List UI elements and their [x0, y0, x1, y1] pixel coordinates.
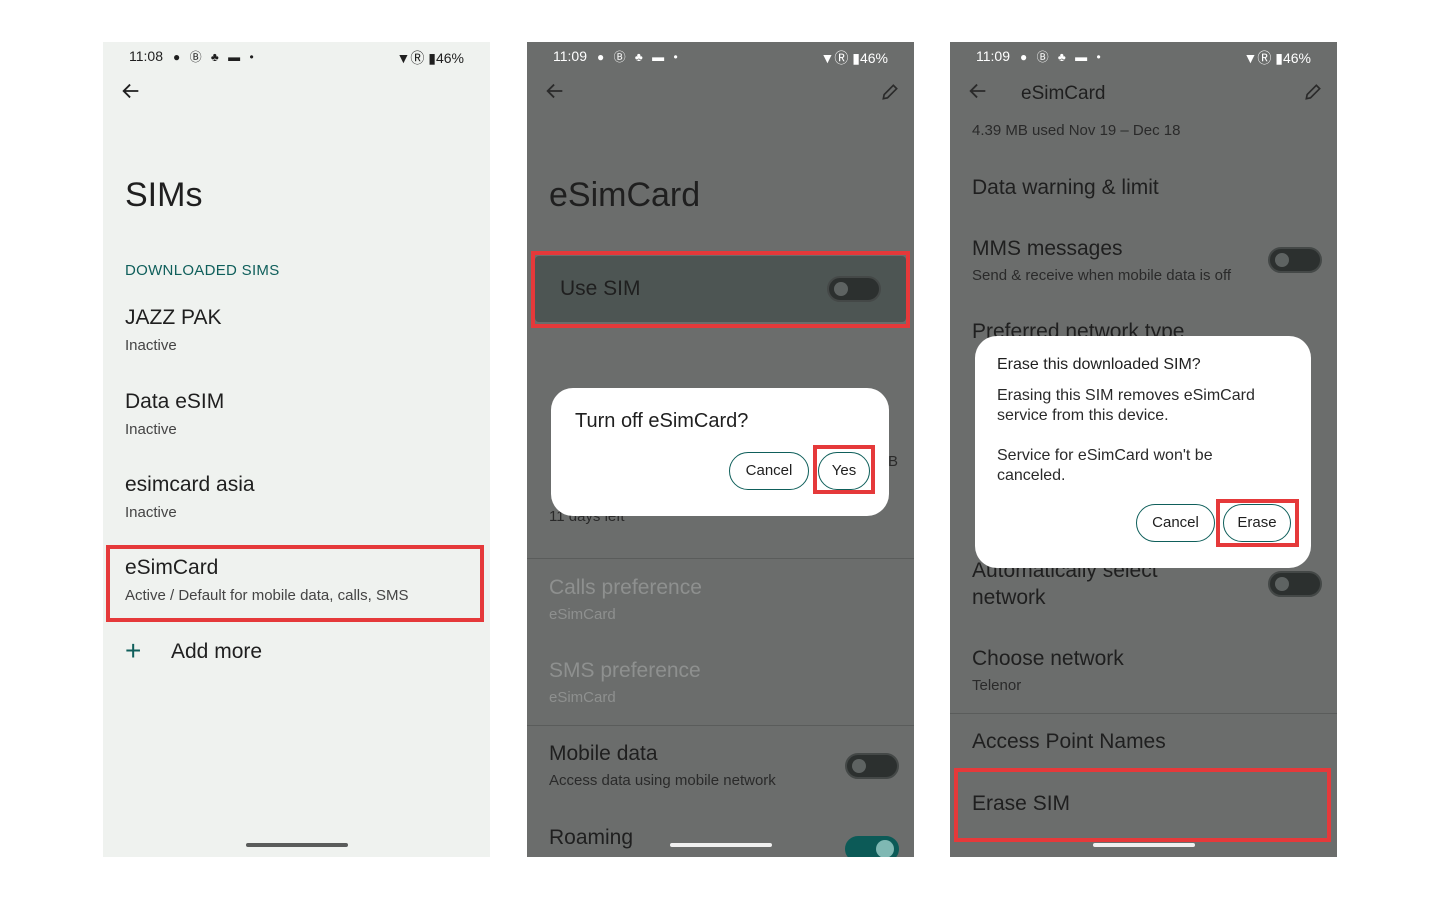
dialog-body-1-line2: service from this device.: [997, 407, 1169, 424]
add-more-label: Add more: [171, 640, 263, 663]
section-header: DOWNLOADED SIMS: [125, 262, 280, 279]
highlight-box: [813, 445, 875, 494]
auto-select-toggle[interactable]: [1268, 571, 1322, 597]
sim-item-jazz-pak[interactable]: JAZZ PAK Inactive: [125, 306, 475, 366]
mms-toggle[interactable]: [1268, 247, 1322, 273]
data-usage-text: 4.39 MB used Nov 19 – Dec 18: [972, 122, 1181, 139]
sim-name: esimcard asia: [125, 473, 255, 496]
gesture-nav-bar[interactable]: [669, 843, 772, 847]
sim-status: Inactive: [125, 337, 177, 354]
dialog-body-2-line1: Service for eSimCard won't be: [997, 447, 1213, 464]
mms-messages-item[interactable]: MMS messages Send & receive when mobile …: [972, 237, 1231, 284]
sim-name: Data eSIM: [125, 390, 225, 413]
edit-pencil-icon[interactable]: [1303, 82, 1323, 102]
highlight-box: [106, 545, 484, 622]
highlight-box: [1216, 499, 1299, 547]
notification-icons: ● Ⓑ ♣ ▬ •: [173, 50, 257, 64]
back-arrow-icon[interactable]: [544, 80, 566, 102]
sms-preference-item[interactable]: SMS preference eSimCard: [549, 659, 701, 706]
battery-wifi-status: ▼Ⓡ ▮46%: [396, 50, 464, 66]
header-title: eSimCard: [1021, 83, 1106, 104]
edit-pencil-icon[interactable]: [880, 82, 900, 102]
mobile-data-label: Mobile data: [549, 742, 658, 765]
turn-off-dialog: Turn off eSimCard? Cancel Yes: [551, 388, 889, 516]
dialog-body-1: Erasing this SIM removes eSimCard servic…: [997, 386, 1255, 426]
battery-wifi-status: ▼Ⓡ ▮46%: [1243, 50, 1311, 66]
sms-preference-label: SMS preference: [549, 659, 701, 682]
auto-select-label-line2: network: [972, 586, 1046, 609]
gesture-nav-bar[interactable]: [245, 843, 348, 847]
status-time: 11:09: [976, 48, 1010, 64]
sim-item-data-esim[interactable]: Data eSIM Inactive: [125, 390, 475, 450]
cancel-button[interactable]: Cancel: [729, 452, 809, 490]
screen-sims-list: 11:08 ● Ⓑ ♣ ▬ • ▼Ⓡ ▮46% SIMs DOWNLOADED …: [103, 42, 490, 857]
dialog-body-2-line2: canceled.: [997, 467, 1066, 484]
erase-sim-dialog: Erase this downloaded SIM? Erasing this …: [975, 336, 1311, 568]
screen-esimcard-turn-off: 11:09 ● Ⓑ ♣ ▬ • ▼Ⓡ ▮46% eSimCard Use SIM…: [527, 42, 914, 857]
battery-wifi-status: ▼Ⓡ ▮46%: [820, 50, 888, 66]
roaming-label[interactable]: Roaming: [549, 826, 633, 850]
back-arrow-icon[interactable]: [967, 80, 989, 102]
highlight-box: [531, 251, 910, 328]
mobile-data-toggle[interactable]: [845, 753, 899, 779]
screen-esimcard-erase: 11:09 ● Ⓑ ♣ ▬ • ▼Ⓡ ▮46% eSimCard 4.39 MB…: [950, 42, 1337, 857]
status-bar: 11:09 ● Ⓑ ♣ ▬ • ▼Ⓡ ▮46%: [950, 48, 1337, 68]
gesture-nav-bar[interactable]: [1092, 843, 1195, 847]
choose-network-item[interactable]: Choose network Telenor: [972, 647, 1124, 694]
dialog-title: Erase this downloaded SIM?: [997, 356, 1201, 373]
sim-status: Inactive: [125, 421, 177, 438]
behind-text-fragment: B: [888, 453, 899, 470]
dialog-title: Turn off eSimCard?: [575, 410, 749, 432]
back-arrow-icon[interactable]: [120, 80, 142, 102]
dialog-body-2: Service for eSimCard won't be canceled.: [997, 446, 1213, 486]
mms-desc: Send & receive when mobile data is off: [972, 267, 1232, 284]
mobile-data-item[interactable]: Mobile data Access data using mobile net…: [549, 742, 776, 789]
calls-preference-value: eSimCard: [549, 606, 616, 623]
data-warning-item[interactable]: Data warning & limit: [972, 176, 1159, 200]
choose-network-value: Telenor: [972, 677, 1022, 694]
sim-status: Inactive: [125, 504, 177, 521]
notification-icons: ● Ⓑ ♣ ▬ •: [597, 50, 681, 64]
sim-item-esimcard-asia[interactable]: esimcard asia Inactive: [125, 473, 475, 533]
status-time: 11:09: [553, 48, 587, 64]
roaming-toggle[interactable]: [845, 836, 899, 857]
choose-network-label: Choose network: [972, 647, 1124, 670]
calls-preference-label: Calls preference: [549, 576, 702, 599]
cancel-button[interactable]: Cancel: [1136, 504, 1215, 542]
divider: [527, 558, 914, 559]
page-title: eSimCard: [549, 176, 701, 214]
status-bar: 11:08 ● Ⓑ ♣ ▬ • ▼Ⓡ ▮46%: [103, 48, 490, 68]
mobile-data-desc: Access data using mobile network: [549, 772, 776, 789]
plus-icon: +: [125, 635, 142, 666]
page-title: SIMs: [125, 176, 203, 214]
apn-item[interactable]: Access Point Names: [972, 730, 1166, 754]
notification-icons: ● Ⓑ ♣ ▬ •: [1020, 50, 1104, 64]
sms-preference-value: eSimCard: [549, 689, 616, 706]
dialog-body-1-line1: Erasing this SIM removes eSimCard: [997, 387, 1255, 404]
divider: [950, 713, 1337, 714]
status-bar: 11:09 ● Ⓑ ♣ ▬ • ▼Ⓡ ▮46%: [527, 48, 914, 68]
mms-label: MMS messages: [972, 237, 1123, 260]
sim-name: JAZZ PAK: [125, 306, 222, 329]
highlight-box: [954, 768, 1331, 842]
status-time: 11:08: [129, 48, 163, 64]
calls-preference-item[interactable]: Calls preference eSimCard: [549, 576, 702, 623]
divider: [527, 725, 914, 726]
